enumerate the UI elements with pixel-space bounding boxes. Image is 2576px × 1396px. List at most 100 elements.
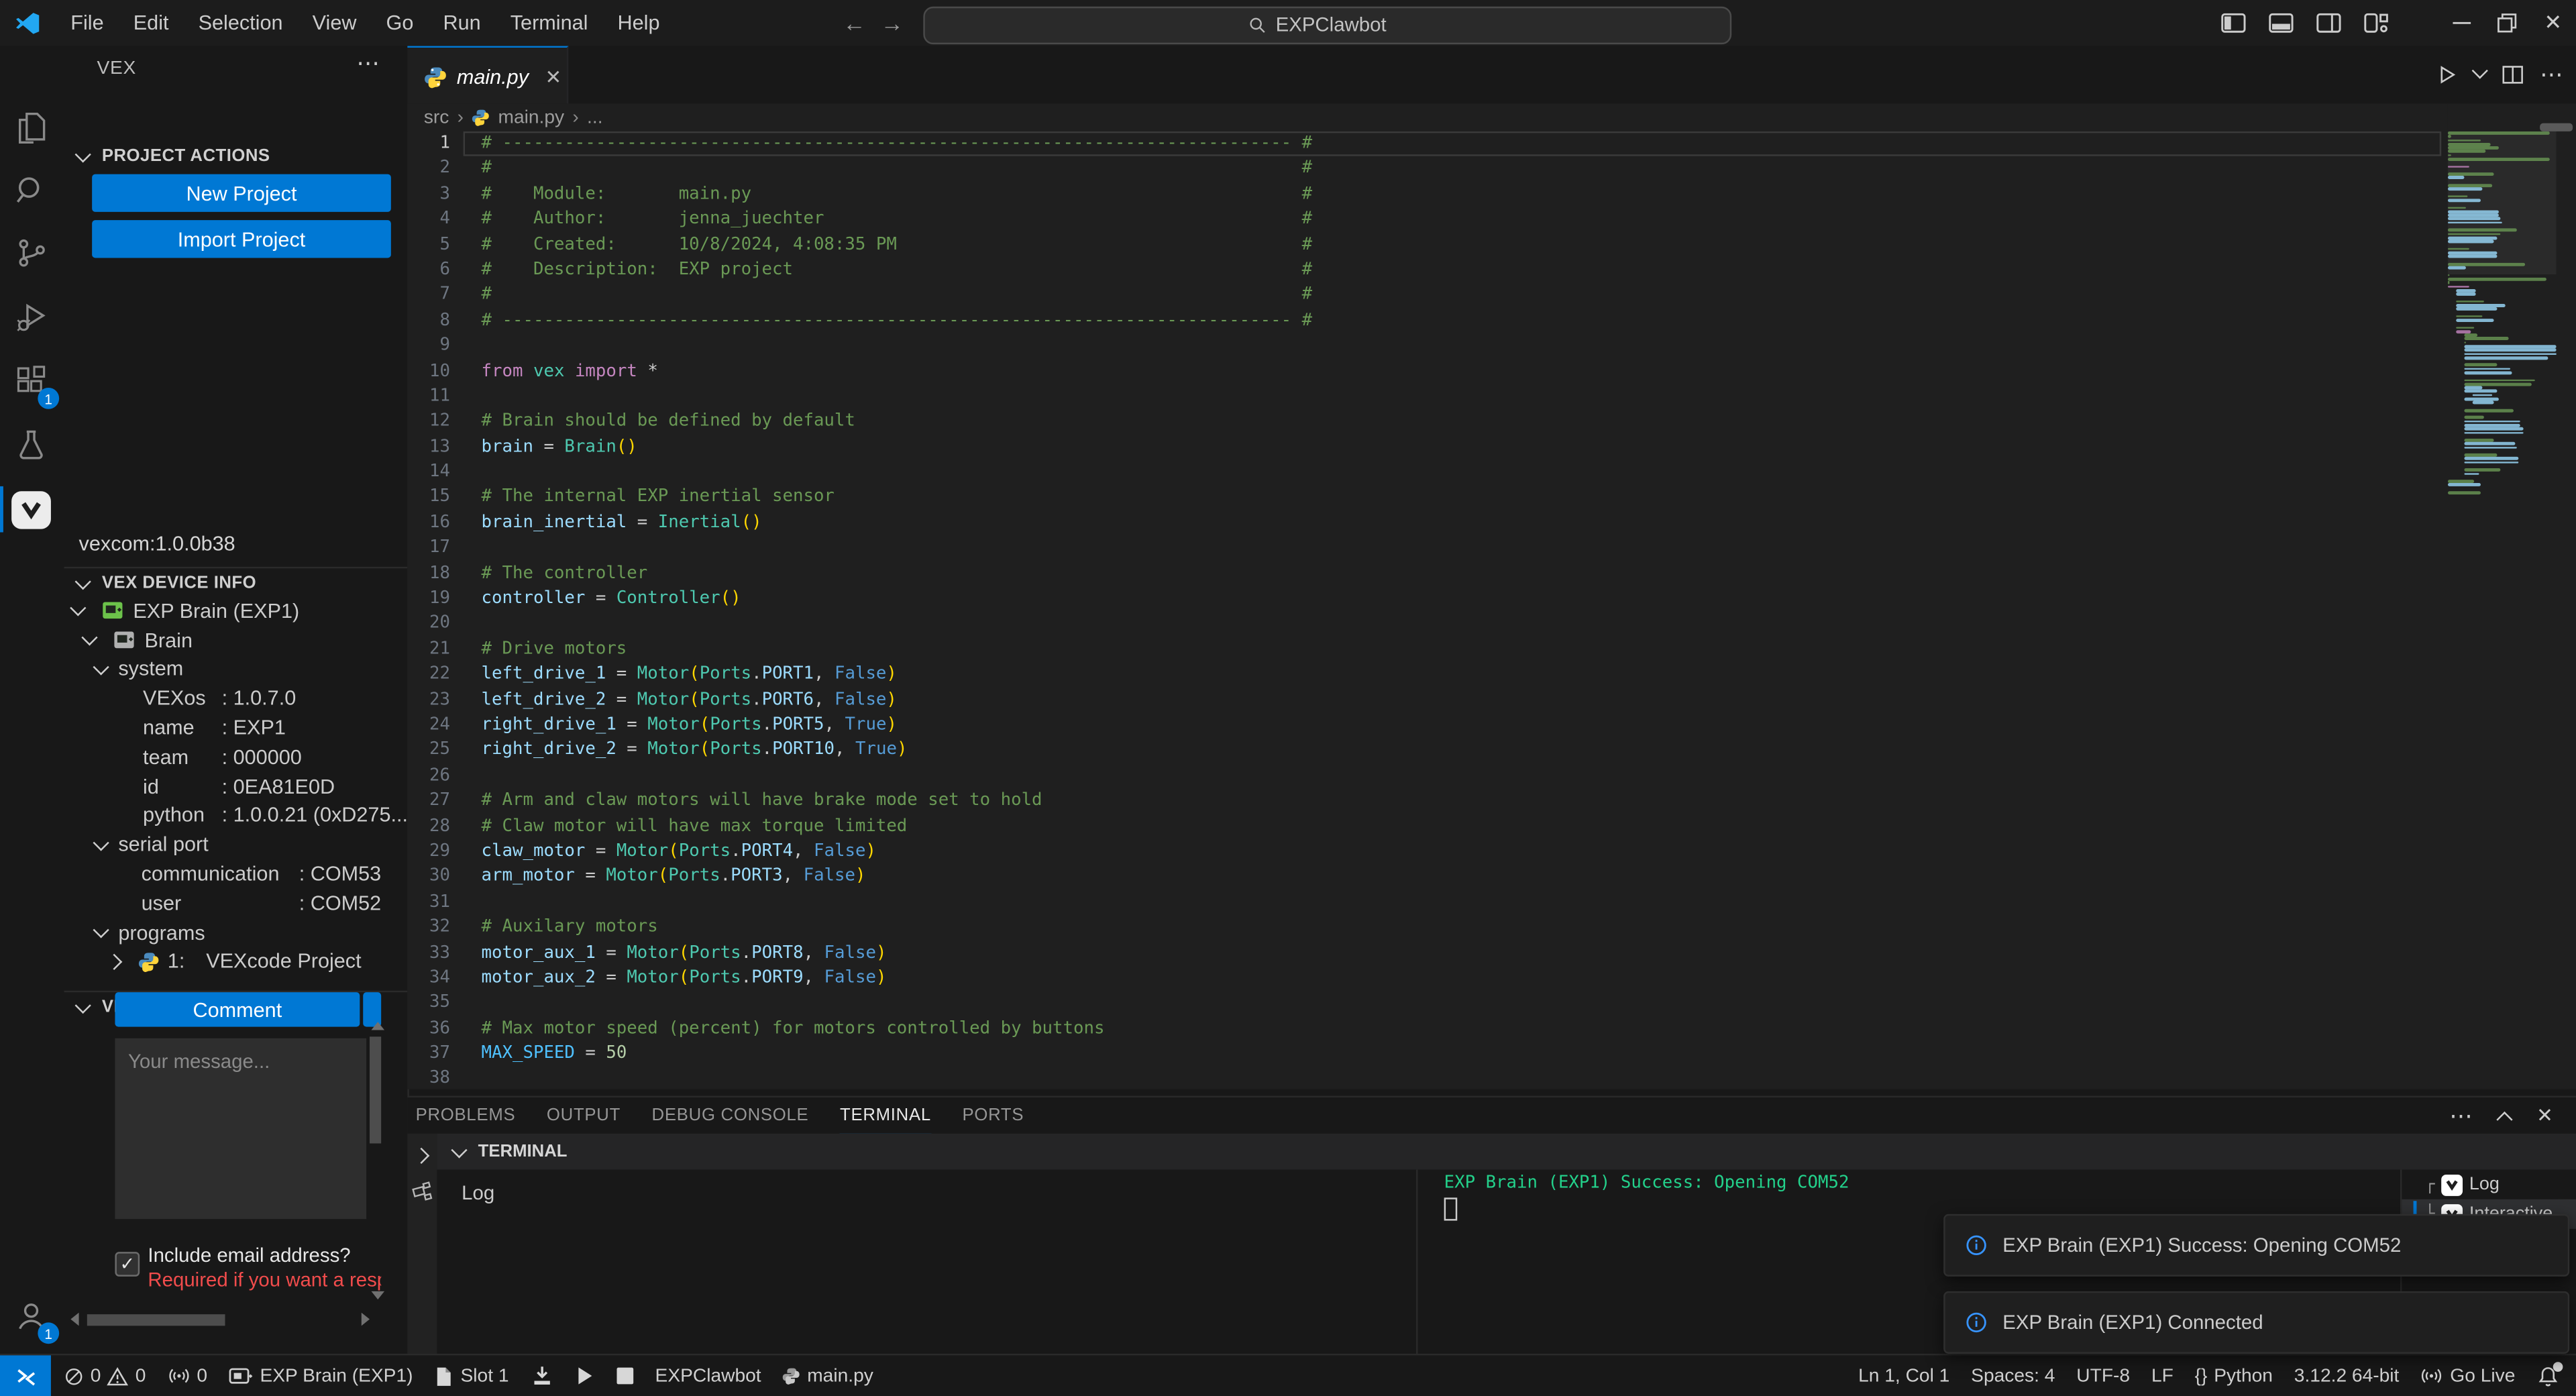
account-button[interactable]: 1 xyxy=(8,1293,54,1339)
code-line[interactable]: 16brain_inertial = Inertial() xyxy=(407,511,2445,536)
code-line[interactable]: 14 xyxy=(407,460,2445,486)
eol-status[interactable]: LF xyxy=(2151,1366,2174,1385)
toggle-sidebar-icon[interactable] xyxy=(2221,13,2246,33)
close-panel-icon[interactable]: ✕ xyxy=(2536,1104,2553,1127)
code-line[interactable]: 19controller = Controller() xyxy=(407,586,2445,612)
cursor-position-status[interactable]: Ln 1, Col 1 xyxy=(1858,1366,1949,1385)
terminal-group-header[interactable]: TERMINAL xyxy=(437,1134,2576,1170)
run-dropdown-chevron-icon[interactable] xyxy=(2472,62,2488,78)
run-python-file-icon[interactable] xyxy=(2436,64,2458,86)
tab-problems[interactable]: PROBLEMS xyxy=(416,1097,516,1134)
sidebar-item-extensions[interactable]: 1 xyxy=(8,358,54,405)
tab-output[interactable]: OUTPUT xyxy=(547,1097,621,1134)
code-line[interactable]: 2# # xyxy=(407,157,2445,182)
sidebar-item-search[interactable] xyxy=(8,168,54,214)
split-editor-icon[interactable] xyxy=(2502,64,2524,86)
code-line[interactable]: 32# Auxilary motors xyxy=(407,915,2445,941)
sidebar-item-explorer[interactable] xyxy=(8,105,54,152)
sidebar-more-actions[interactable]: ⋯ xyxy=(356,49,379,77)
code-line[interactable]: 4# Author: jenna_juechter # xyxy=(407,207,2445,233)
terminal-pane-log[interactable]: Log xyxy=(437,1170,1416,1356)
code-line[interactable]: 21# Drive motors xyxy=(407,637,2445,663)
sidebar-item-testing[interactable] xyxy=(8,422,54,468)
expand-icon[interactable] xyxy=(413,1148,429,1164)
close-window-button[interactable]: ✕ xyxy=(2530,0,2576,46)
code-line[interactable]: 9 xyxy=(407,333,2445,359)
code-line[interactable]: 10from vex import * xyxy=(407,359,2445,384)
code-line[interactable]: 6# Description: EXP project # xyxy=(407,258,2445,283)
remote-indicator[interactable] xyxy=(0,1355,51,1396)
tree-row-exp-brain-exp1-[interactable]: EXP Brain (EXP1) xyxy=(64,596,408,626)
tab-terminal[interactable]: TERMINAL xyxy=(840,1097,931,1134)
language-status[interactable]: {} Python xyxy=(2195,1366,2273,1385)
breadcrumb-folder[interactable]: src xyxy=(424,107,449,127)
code-line[interactable]: 13brain = Brain() xyxy=(407,435,2445,460)
code-line[interactable]: 37MAX_SPEED = 50 xyxy=(407,1042,2445,1067)
minimize-button[interactable] xyxy=(2438,0,2484,46)
code-line[interactable]: 24right_drive_1 = Motor(Ports.PORT5, Tru… xyxy=(407,713,2445,739)
tree-row-programs[interactable]: programs xyxy=(64,918,408,947)
code-line[interactable]: 17 xyxy=(407,536,2445,561)
menu-item-help[interactable]: Help xyxy=(604,7,673,40)
scroll-down-icon[interactable] xyxy=(371,1291,384,1299)
code-line[interactable]: 27# Arm and claw motors will have brake … xyxy=(407,789,2445,814)
tree-row-vexos[interactable]: VEXos: 1.0.7.0 xyxy=(64,684,408,714)
code-line[interactable]: 25right_drive_2 = Motor(Ports.PORT10, Tr… xyxy=(407,739,2445,764)
new-project-button[interactable]: New Project xyxy=(92,174,391,212)
problems-status[interactable]: 0 0 xyxy=(64,1366,146,1385)
tree-row-team[interactable]: team: 000000 xyxy=(64,743,408,772)
tab-ports[interactable]: PORTS xyxy=(962,1097,1024,1134)
tab-main-py[interactable]: main.py ✕ xyxy=(407,46,568,105)
code-line[interactable]: 11 xyxy=(407,384,2445,410)
minimap[interactable] xyxy=(2448,131,2557,1089)
code-line[interactable]: 29claw_motor = Motor(Ports.PORT4, False) xyxy=(407,839,2445,865)
code-line[interactable]: 15# The internal EXP inertial sensor xyxy=(407,486,2445,511)
code-line[interactable]: 26 xyxy=(407,763,2445,789)
menu-item-go[interactable]: Go xyxy=(373,7,427,40)
go-live-button[interactable]: Go Live xyxy=(2420,1365,2515,1387)
command-center-search[interactable] xyxy=(923,6,1731,44)
stop-program-button[interactable] xyxy=(616,1367,634,1385)
menu-item-terminal[interactable]: Terminal xyxy=(497,7,601,40)
code-line[interactable]: 7# # xyxy=(407,283,2445,309)
project-name-status[interactable]: EXPClawbot xyxy=(655,1366,761,1385)
tree-row-serial-port[interactable]: serial port xyxy=(64,830,408,860)
slot-status[interactable]: Slot 1 xyxy=(434,1364,508,1387)
code-line[interactable]: 3# Module: main.py # xyxy=(407,182,2445,207)
code-line[interactable]: 8# -------------------------------------… xyxy=(407,309,2445,334)
tab-debug-console[interactable]: DEBUG CONSOLE xyxy=(652,1097,809,1134)
code-line[interactable]: 34motor_aux_2 = Motor(Ports.PORT9, False… xyxy=(407,966,2445,991)
scroll-right-icon[interactable] xyxy=(362,1313,370,1326)
sidebar-item-run-debug[interactable] xyxy=(8,294,54,340)
menu-item-edit[interactable]: Edit xyxy=(120,7,182,40)
feedback-message-input[interactable]: Your message... xyxy=(115,1038,366,1219)
import-project-button[interactable]: Import Project xyxy=(92,220,391,258)
restore-button[interactable] xyxy=(2484,0,2530,46)
notifications-bell-button[interactable] xyxy=(2536,1364,2559,1387)
code-line[interactable]: 12# Brain should be defined by default xyxy=(407,410,2445,435)
include-email-checkbox[interactable]: ✓ xyxy=(115,1252,140,1277)
customize-layout-icon[interactable] xyxy=(2364,13,2389,33)
menu-item-run[interactable]: Run xyxy=(430,7,494,40)
tree-row-python[interactable]: python: 1.0.0.21 (0xD275... xyxy=(64,801,408,830)
code-line[interactable]: 36# Max motor speed (percent) for motors… xyxy=(407,1016,2445,1042)
editor-scrollbar-thumb[interactable] xyxy=(2540,123,2573,131)
section-device-info[interactable]: VEX DEVICE INFO xyxy=(64,567,408,598)
more-actions-icon[interactable]: ⋯ xyxy=(2540,61,2563,89)
tab-close-icon[interactable]: ✕ xyxy=(545,65,562,88)
feedback-vertical-scrollbar[interactable] xyxy=(370,1036,381,1143)
search-input[interactable] xyxy=(1276,13,1407,36)
code-line[interactable]: 18# The controller xyxy=(407,561,2445,587)
tree-row-user[interactable]: user: COM52 xyxy=(64,889,408,918)
run-program-button[interactable] xyxy=(575,1365,594,1387)
code-line[interactable]: 35 xyxy=(407,991,2445,1016)
code-line[interactable]: 20 xyxy=(407,612,2445,637)
maximize-panel-icon[interactable] xyxy=(2496,1111,2512,1127)
tree-row-1-[interactable]: 1:VEXcode Project xyxy=(64,947,408,977)
section-project-actions[interactable]: PROJECT ACTIONS xyxy=(64,142,408,171)
comment-button[interactable]: Comment xyxy=(115,992,360,1026)
vex-feedback-status[interactable]: 0 xyxy=(167,1365,207,1387)
scroll-left-icon[interactable] xyxy=(70,1313,78,1326)
indentation-status[interactable]: Spaces: 4 xyxy=(1971,1366,2055,1385)
menu-item-view[interactable]: View xyxy=(299,7,370,40)
